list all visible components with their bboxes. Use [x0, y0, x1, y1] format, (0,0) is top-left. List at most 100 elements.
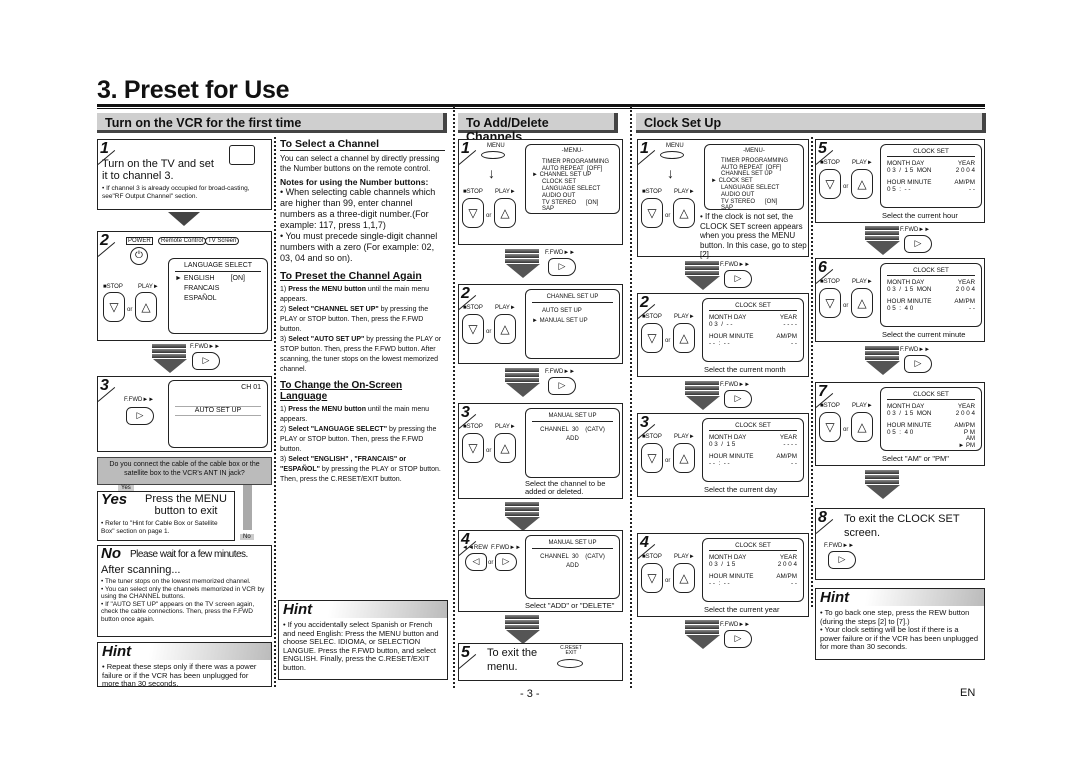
stop-button[interactable]: ▽ [641, 323, 663, 353]
yes-title: Yes [101, 491, 128, 508]
ffwd-button[interactable]: ▷ [904, 355, 932, 373]
play-label: PLAY► [852, 403, 873, 409]
ffwd-label: F.FWD►► [824, 543, 855, 549]
down-arrow-icon [506, 517, 540, 531]
tv-screen-clock-set: CLOCK SET MONTH DAY YEAR 0 3 / - - - - -… [702, 298, 804, 362]
ffwd-button[interactable]: ▷ [904, 235, 932, 253]
stop-button[interactable]: ▽ [819, 288, 841, 318]
ffwd-button[interactable]: ▷ [192, 352, 220, 370]
column-divider [630, 106, 632, 688]
year-value: 2 0 0 4 [955, 410, 975, 417]
year-label: YEAR [779, 554, 797, 561]
clock-step-5: 5 ■STOP PLAY► ▽ or △ CLOCK SET MONTH DAY… [815, 139, 985, 223]
ffwd-button[interactable]: ▷ [828, 551, 856, 569]
ffwd-button[interactable]: ▷ [724, 630, 752, 648]
step-number: 8 [818, 509, 827, 526]
vcr-step-1: 1 Turn on the TV and set it to channel 3… [97, 139, 272, 210]
day-label: DAY [911, 160, 925, 167]
menu-list: TIMER PROGRAMMING AUTO REPEAT [OFF] CHANNE… [711, 158, 797, 212]
play-label: PLAY► [674, 189, 695, 195]
play-button[interactable]: △ [135, 292, 157, 322]
clock-step-6: 6 ■STOP PLAY► ▽ or △ CLOCK SET MONTH DAY… [815, 258, 985, 342]
time-value: 0 5 : 4 0 [887, 305, 914, 312]
hint-text: • Repeat these steps only if there was a… [102, 662, 257, 688]
play-button[interactable]: △ [851, 169, 873, 199]
yes-text: Press the MENU button to exit [145, 493, 227, 517]
step-number: 3 [100, 377, 109, 394]
column-divider [811, 137, 813, 607]
menu-item: AUDIO OUT [542, 192, 576, 199]
play-button[interactable]: △ [673, 443, 695, 473]
stop-button[interactable]: ▽ [819, 169, 841, 199]
power-button[interactable]: ⏻ [130, 247, 148, 265]
screen-title: CLOCK SET [887, 391, 975, 400]
stop-button[interactable]: ▽ [641, 563, 663, 593]
down-arrow-icon [168, 212, 200, 226]
step-text: To exit the CLOCK SET screen. [844, 513, 960, 539]
minute-label: MINUTE [907, 298, 932, 305]
ffwd-label: F.FWD►► [491, 545, 522, 551]
play-button[interactable]: △ [673, 563, 695, 593]
play-button[interactable]: △ [494, 314, 516, 344]
ampm-value: - - [969, 305, 975, 312]
stop-button[interactable]: ▽ [462, 433, 484, 463]
or-label: or [843, 427, 849, 433]
title-rule [97, 104, 985, 107]
rew-button[interactable]: ◁ [465, 553, 487, 571]
play-button[interactable]: △ [494, 433, 516, 463]
ffwd-button[interactable]: ▷ [724, 270, 752, 288]
date-value: 0 3 / 1 5 MON [887, 410, 932, 417]
add-step-3: 3 ■STOP PLAY► ▽ or △ MANUAL SET UP CHANN… [458, 403, 623, 499]
year-value: 2 0 0 4 [777, 561, 797, 568]
or-label: or [127, 307, 133, 313]
play-button[interactable]: △ [851, 288, 873, 318]
menu-item: CHANNEL SET UP [721, 171, 773, 178]
play-label: PLAY► [495, 189, 516, 195]
stop-button[interactable]: ▽ [103, 292, 125, 322]
ffwd-button[interactable]: ▷ [548, 377, 576, 395]
ffwd-label: F.FWD►► [190, 344, 221, 350]
menu-item: LANGUAGE SELECT [721, 184, 780, 191]
hint-title: Hint [279, 601, 447, 618]
ffwd-button[interactable]: ▷ [724, 390, 752, 408]
down-arrow-icon: ↓ [488, 165, 495, 181]
note-item: • You must precede single-digit channel … [280, 231, 438, 263]
preset-step: 3) Select "AUTO SET UP" by pressing the … [280, 336, 442, 373]
add-step-4: 4 ◄◄REW F.FWD►► ◁ or ▷ MANUAL SET UP CHA… [458, 530, 623, 612]
stop-button[interactable]: ▽ [819, 412, 841, 442]
year-value: 2 0 0 4 [955, 286, 975, 293]
play-label: PLAY► [674, 434, 695, 440]
day-label: DAY [733, 434, 747, 441]
play-button[interactable]: △ [673, 323, 695, 353]
screen-title: CLOCK SET [887, 148, 975, 157]
stop-button[interactable]: ▽ [462, 198, 484, 228]
play-button[interactable]: △ [851, 412, 873, 442]
ffwd-label: F.FWD►► [545, 250, 576, 256]
no-text: Please wait for a few minutes. [130, 549, 248, 560]
menu-button[interactable] [660, 151, 684, 159]
creset-exit-button[interactable] [557, 659, 583, 668]
step-number: 6 [818, 259, 827, 276]
ffwd-button[interactable]: ▷ [495, 553, 517, 571]
play-button[interactable]: △ [673, 198, 695, 228]
select-channel-text: You can select a channel by directly pre… [280, 154, 440, 173]
stop-label: ■STOP [642, 314, 662, 320]
down-arrow-icon [505, 368, 539, 383]
step-number: 1 [461, 140, 470, 157]
step-caption: Select the current year [704, 605, 780, 614]
ffwd-button[interactable]: ▷ [126, 407, 154, 425]
stop-button[interactable]: ▽ [641, 198, 663, 228]
step-text: Turn on the TV and set it to channel 3. [102, 158, 214, 182]
play-button[interactable]: △ [494, 198, 516, 228]
tv-screen-auto-setup: CH 01 AUTO SET UP [168, 380, 268, 448]
month-label: MONTH [887, 160, 911, 167]
down-arrow-icon [686, 276, 720, 290]
stop-button[interactable]: ▽ [462, 314, 484, 344]
step-number: 7 [818, 383, 827, 400]
stop-label: ■STOP [820, 403, 840, 409]
ffwd-button[interactable]: ▷ [548, 258, 576, 276]
stop-label: ■STOP [103, 284, 123, 290]
menu-item: TV STEREO [ON] [542, 199, 599, 206]
stop-button[interactable]: ▽ [641, 443, 663, 473]
menu-button[interactable] [481, 151, 505, 159]
